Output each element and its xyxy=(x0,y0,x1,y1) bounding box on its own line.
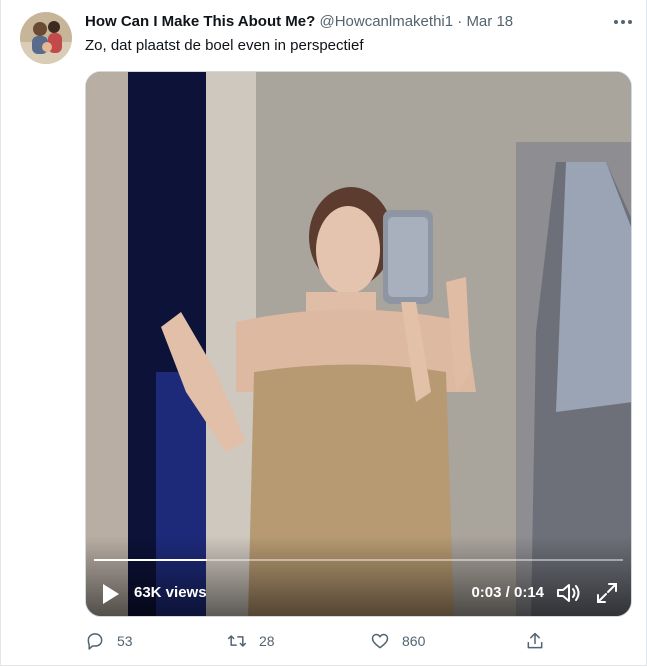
reply-icon xyxy=(87,633,103,650)
play-icon xyxy=(103,584,119,604)
like-count: 860 xyxy=(402,633,426,649)
play-button[interactable] xyxy=(100,582,122,606)
heart-icon xyxy=(371,633,389,649)
volume-icon xyxy=(557,584,580,602)
retweet-icon xyxy=(227,635,247,647)
tweet-header: How Can I Make This About Me? @Howcanlma… xyxy=(85,12,513,32)
tweet-actions: 53 28 860 xyxy=(85,628,555,654)
fullscreen-icon xyxy=(597,583,617,603)
retweet-count: 28 xyxy=(259,633,275,649)
view-count: 63K views xyxy=(134,584,207,601)
more-horizontal-icon xyxy=(614,20,632,24)
share-button[interactable] xyxy=(525,628,557,654)
reply-button[interactable]: 53 xyxy=(85,628,133,654)
author-name[interactable]: How Can I Make This About Me? xyxy=(85,13,315,30)
progress-bar[interactable] xyxy=(94,559,623,561)
progress-fill xyxy=(94,559,208,561)
avatar[interactable] xyxy=(20,12,72,64)
header-separator: · xyxy=(457,13,463,30)
video-player[interactable]: 63K views 0:03 / 0:14 xyxy=(85,71,632,617)
like-button[interactable]: 860 xyxy=(370,628,425,654)
reply-count: 53 xyxy=(117,633,133,649)
share-icon xyxy=(527,632,543,649)
author-handle[interactable]: @Howcanlmakethi1 xyxy=(319,13,453,30)
volume-button[interactable] xyxy=(555,581,581,605)
tweet-text: Zo, dat plaatst de boel even in perspect… xyxy=(85,37,364,54)
avatar-image xyxy=(20,12,72,64)
video-time: 0:03 / 0:14 xyxy=(471,584,544,601)
retweet-button[interactable]: 28 xyxy=(227,628,275,654)
tweet-date[interactable]: Mar 18 xyxy=(466,13,513,30)
more-options-button[interactable] xyxy=(610,12,636,32)
fullscreen-button[interactable] xyxy=(595,581,619,605)
controls-overlay xyxy=(86,536,631,616)
